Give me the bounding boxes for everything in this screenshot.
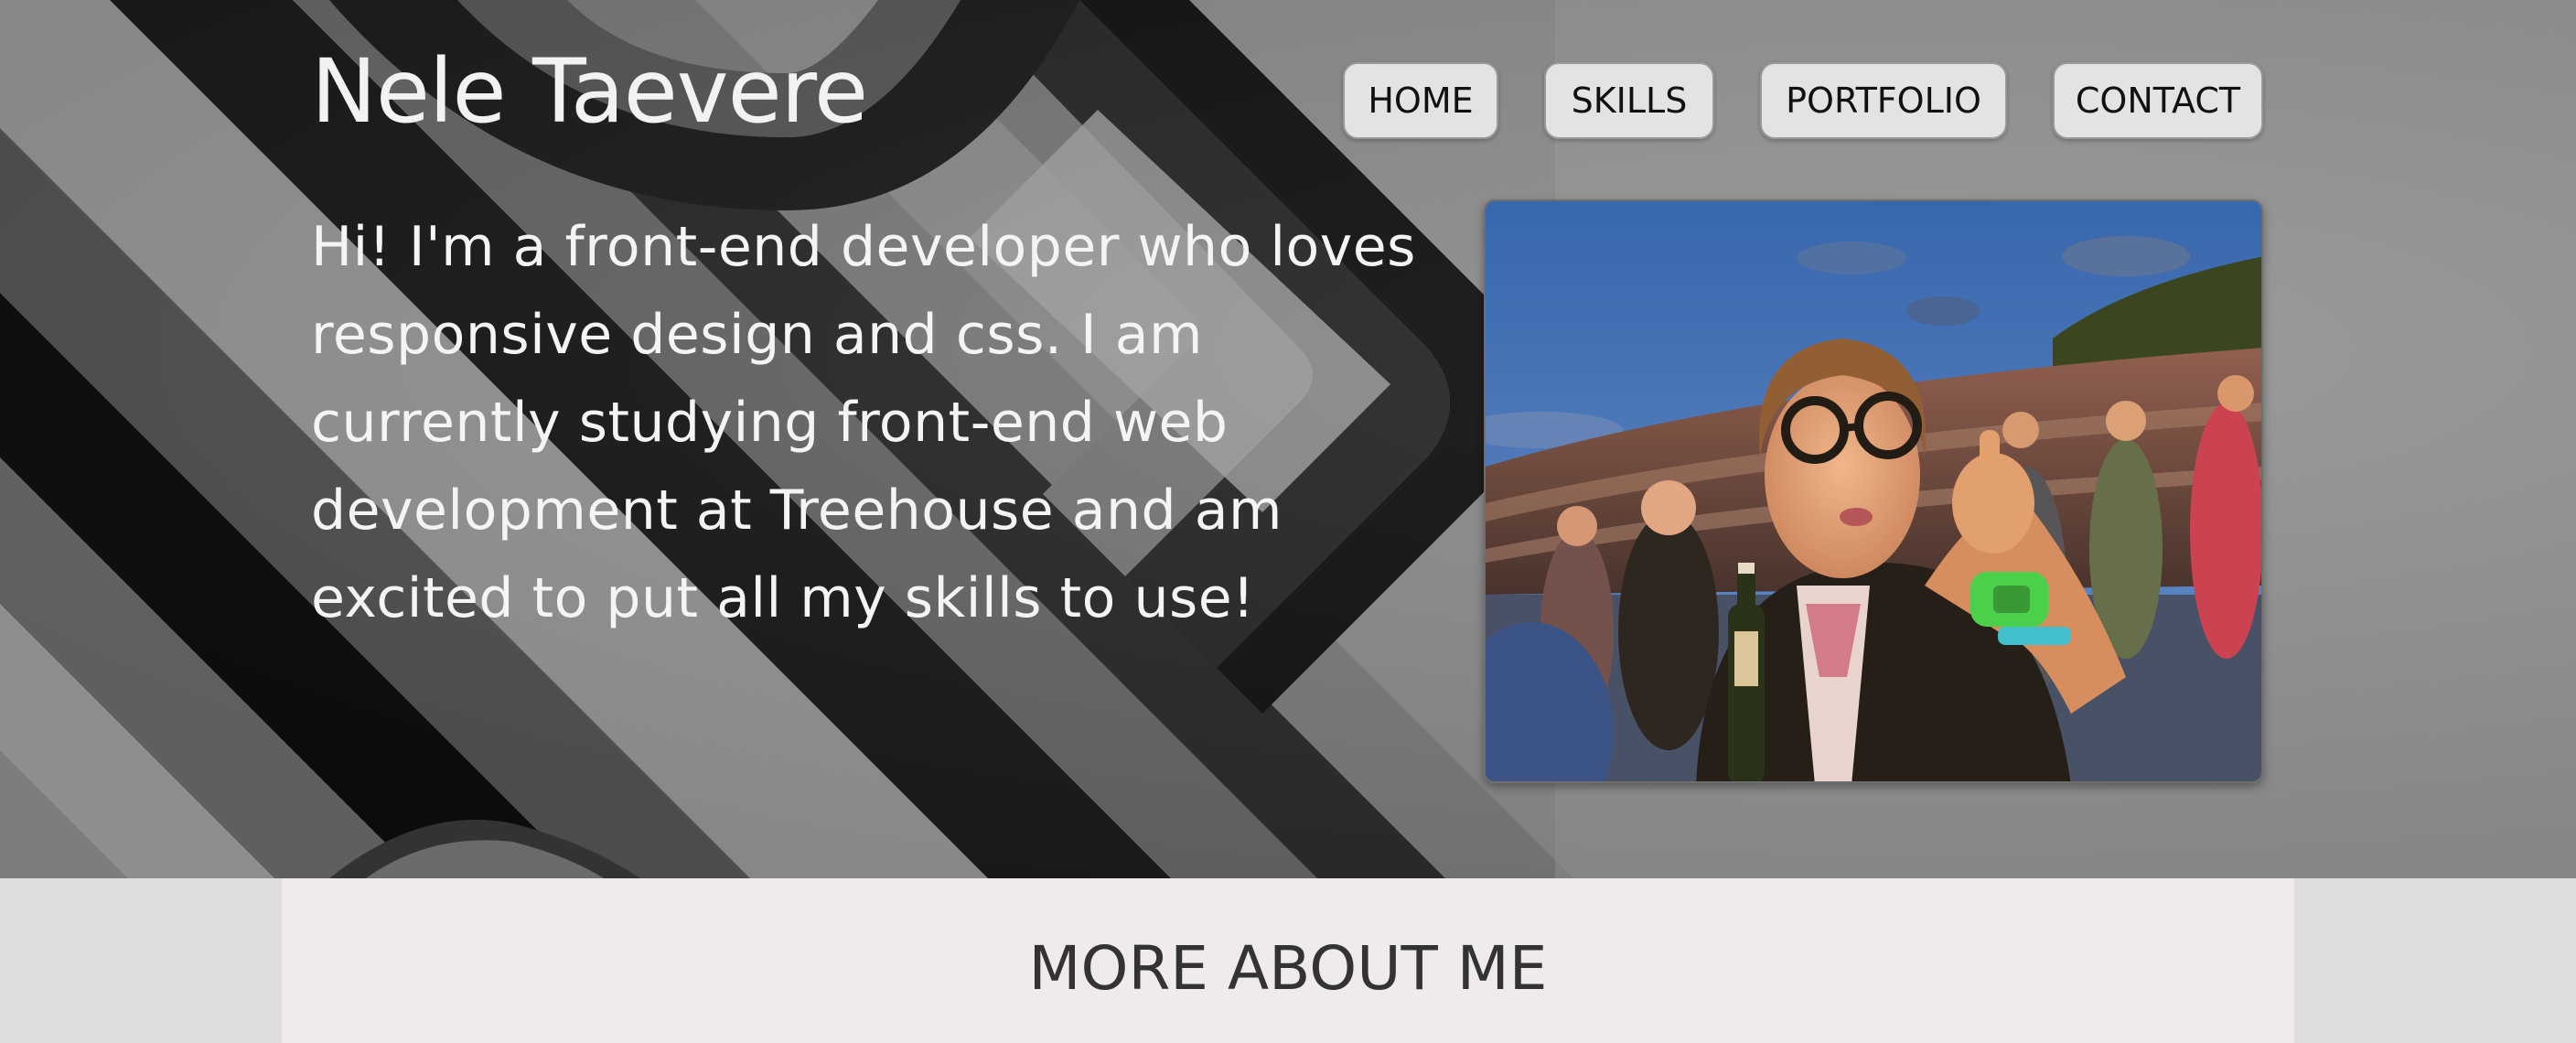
profile-photo: [1484, 199, 2263, 783]
nav-skills-button[interactable]: SKILLS: [1544, 62, 1714, 139]
main-nav: HOME SKILLS PORTFOLIO CONTACT: [1343, 62, 2263, 139]
intro-text: Hi! I'm a front-end developer who loves …: [311, 215, 1416, 630]
nav-contact-button[interactable]: CONTACT: [2053, 62, 2263, 139]
about-section: MORE ABOUT ME: [282, 878, 2294, 1043]
profile-photo-image: [1486, 201, 2261, 781]
site-title: Nele Taevere: [311, 40, 868, 143]
hero-section: Nele Taevere HOME SKILLS PORTFOLIO CONTA…: [0, 0, 2576, 878]
nav-portfolio-button[interactable]: PORTFOLIO: [1760, 62, 2007, 139]
nav-home-button[interactable]: HOME: [1343, 62, 1498, 139]
about-heading: MORE ABOUT ME: [1028, 933, 1548, 1004]
